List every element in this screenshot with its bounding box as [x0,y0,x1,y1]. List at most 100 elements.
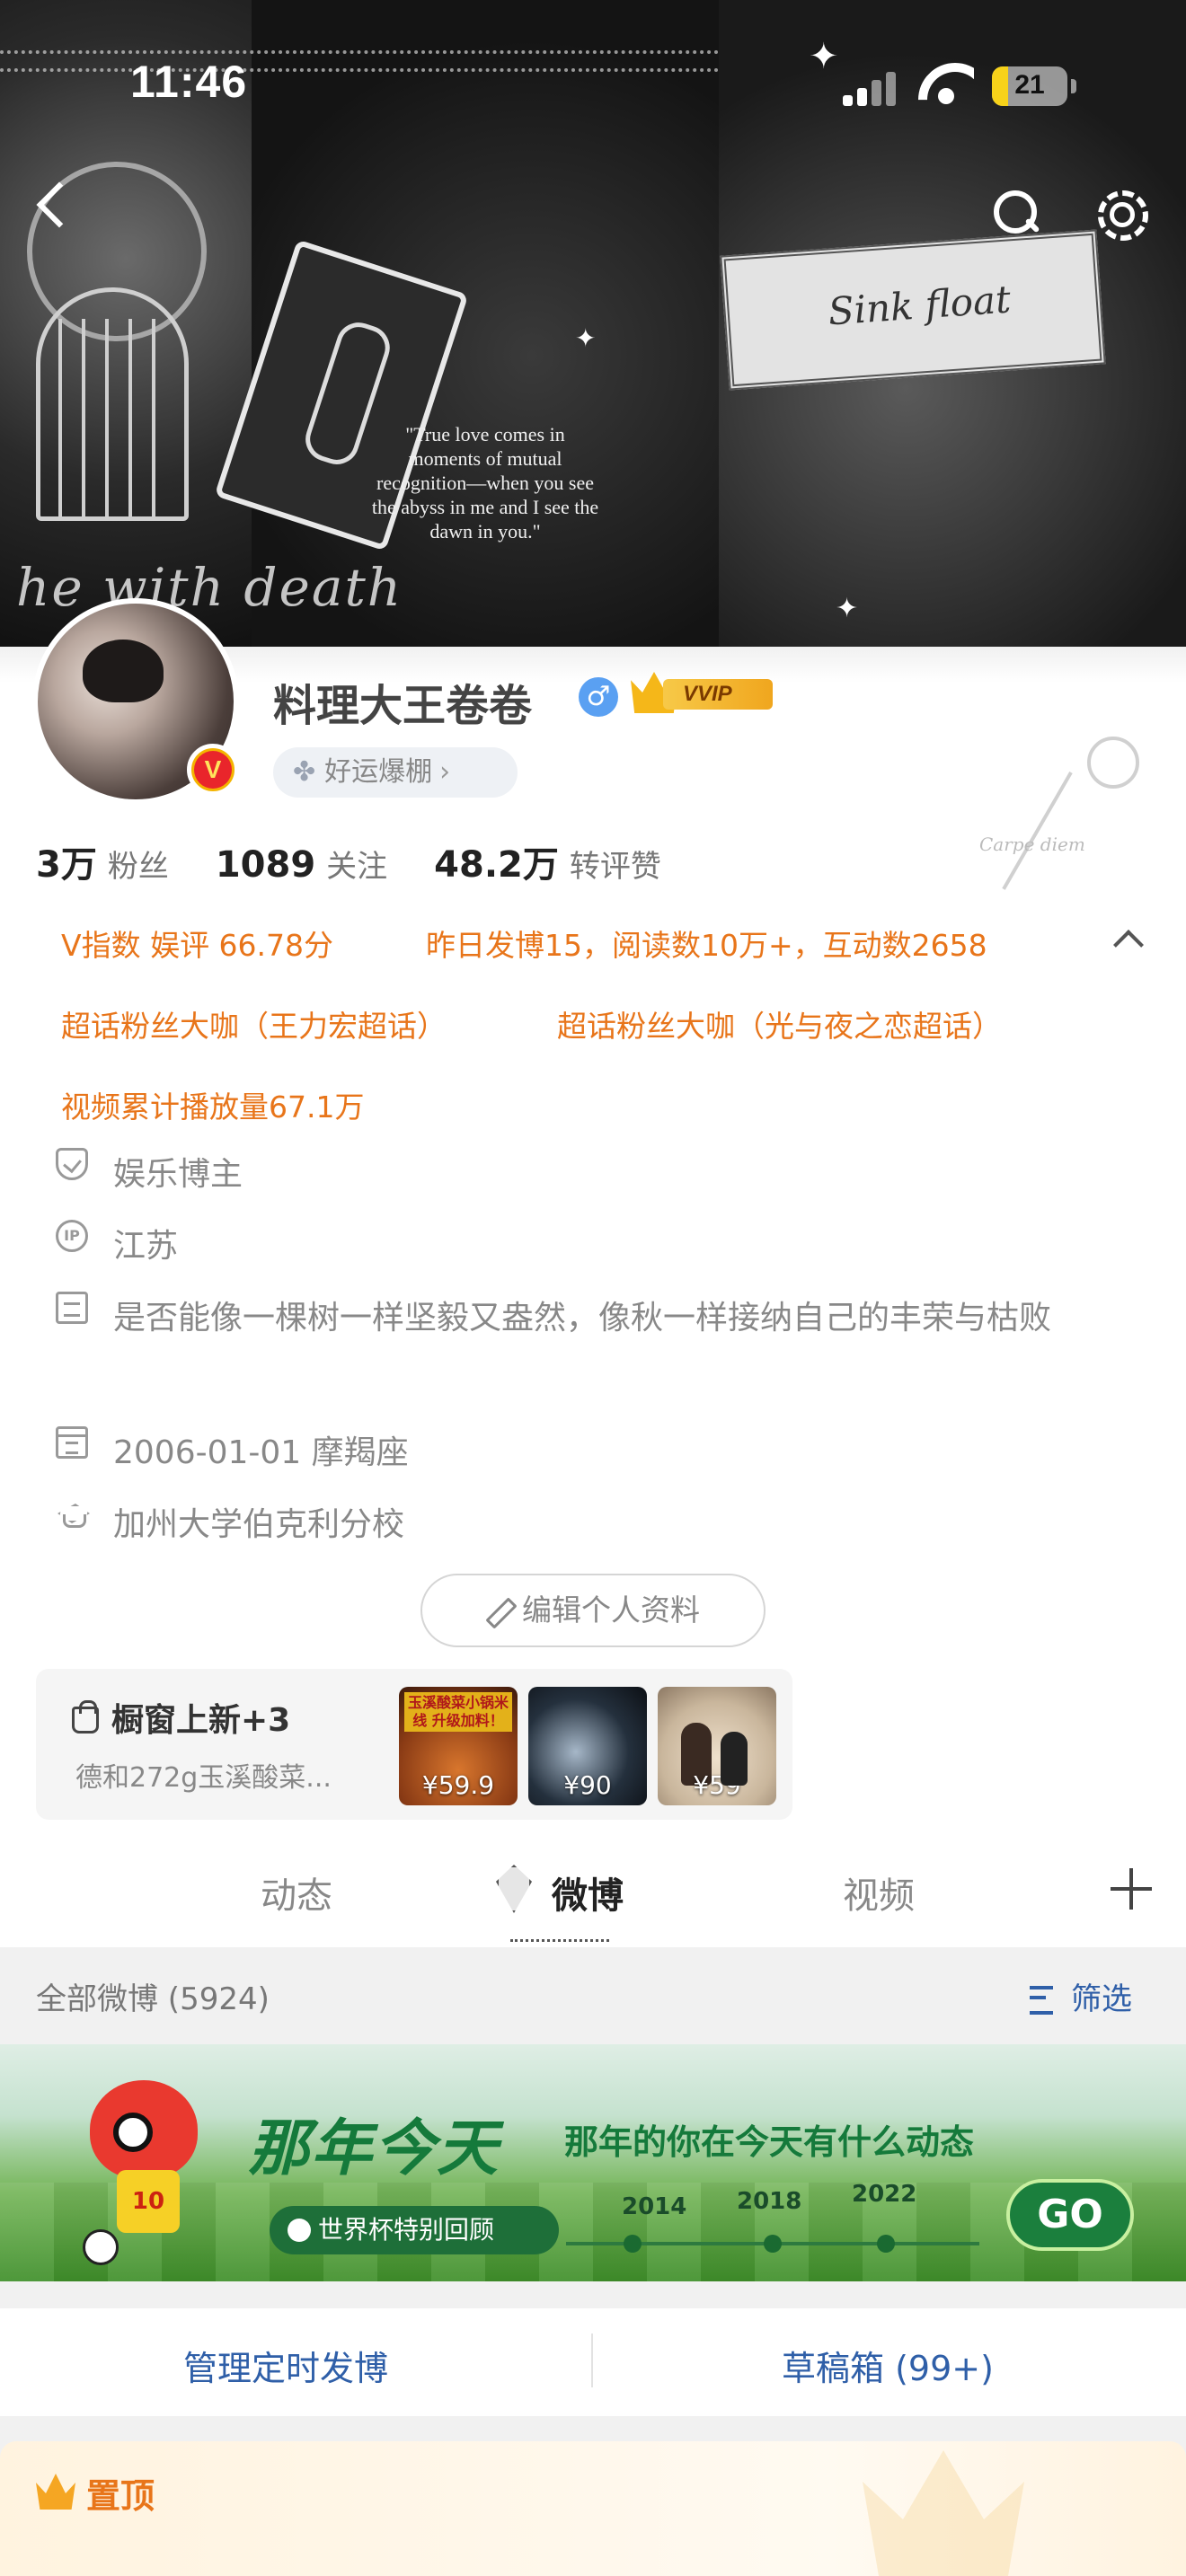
shop-item-banner: 玉溪酸菜小锅米线 升级加料！ [404,1692,512,1732]
gem-icon [496,1865,532,1913]
timeline-year: 2018 [737,2188,802,2215]
gender-male-icon: ♂ [579,677,618,717]
yesterday-stats-link[interactable]: 昨日发博15，阅读数10万+，互动数2658 [426,922,987,965]
edit-profile-label: 编辑个人资料 [522,1592,700,1628]
graduation-cap-icon [56,1498,88,1531]
cover-quote: "True love comes in moments of mutual re… [371,423,599,543]
world-cup-review-label: 世界杯特别回顾 [318,2215,495,2245]
settings-button[interactable] [1093,185,1148,241]
wifi-icon [918,63,974,106]
shop-item-thumbnail[interactable]: ¥59 [658,1687,776,1805]
info-bio: 是否能像一棵树一样坚毅又盎然，像秋一样接纳自己的丰荣与枯败 [56,1288,1116,1349]
info-school: 加州大学伯克利分校 [56,1495,404,1556]
birthday-text: 2006-01-01 摩羯座 [113,1434,409,1471]
status-time: 11:46 [130,57,248,107]
info-birthday: 2006-01-01 摩羯座 [56,1423,409,1484]
timeline-dot [764,2235,782,2253]
soccer-ball-icon [83,2229,119,2265]
go-button[interactable]: GO [1006,2179,1134,2251]
scheduled-posts-button[interactable]: 管理定时发博 [183,2341,388,2390]
bio-text: 是否能像一棵树一样坚毅又盎然，像秋一样接纳自己的丰荣与枯败 [113,1300,1052,1337]
interactions-stat[interactable]: 48.2万 转评赞 [434,835,661,887]
following-count: 1089 [215,844,316,886]
following-stat[interactable]: 1089 关注 [216,842,387,886]
shop-subtitle: 德和272g玉溪酸菜... [75,1762,332,1794]
key-script-decoration: Carpe diem [979,834,1085,855]
banner-title: 那年今天 [248,2113,500,2184]
interactions-label: 转评赞 [569,849,661,885]
cover-script-text: he with death [16,557,403,618]
tab-video[interactable]: 视频 [843,1866,915,1919]
cover-chain-decoration [0,50,719,72]
shop-item-price: ¥90 [563,1770,612,1800]
sparkle-icon: ✦ [809,36,839,77]
filter-label: 筛选 [1071,1981,1132,2017]
back-button[interactable] [25,176,83,234]
super-fan-badge-1[interactable]: 超话粉丝大咖（王力宏超话） [61,1002,447,1045]
sparkle-icon: ✦ [836,593,859,624]
timeline-year: 2014 [622,2193,687,2220]
world-cup-review-pill: 世界杯特别回顾 [270,2206,559,2254]
filter-button[interactable]: 筛选 [1030,1974,1132,2018]
shop-title-text: 橱窗上新+3 [111,1702,291,1739]
shop-window-card[interactable]: 橱窗上新+3 德和272g玉溪酸菜... 玉溪酸菜小锅米线 升级加料！ ¥59.… [36,1669,792,1820]
timeline-dot [877,2235,895,2253]
clover-icon: ✤ [293,756,316,788]
battery-tip [1071,79,1076,93]
shop-item-thumbnail[interactable]: 玉溪酸菜小锅米线 升级加料！ ¥59.9 [399,1687,518,1805]
following-label: 关注 [326,849,388,885]
v-index-link[interactable]: V指数 娱评 66.78分 [61,922,333,965]
shield-icon [56,1148,88,1180]
ip-icon: IP [56,1220,88,1252]
banner-subtitle: 那年的你在今天有什么动态 [564,2122,975,2162]
ip-location-text: 江苏 [113,1228,179,1265]
shop-item-price: ¥59 [693,1770,741,1800]
all-posts-count: 全部微博 (5924) [36,1981,270,2017]
battery-icon: 21 [992,66,1067,106]
verified-badge-icon: V [187,744,239,796]
info-category: 娱乐博主 [56,1144,243,1205]
key-decoration [1033,737,1150,916]
tab-dynamic[interactable]: 动态 [261,1866,332,1919]
on-this-day-banner[interactable]: 10 那年今天 那年的你在今天有什么动态 世界杯特别回顾 2014 2018 2… [0,2044,1186,2281]
shopping-bag-icon [72,1700,99,1734]
mascot-jersey-number: 10 [117,2170,180,2233]
timeline-dot [624,2235,642,2253]
followers-count: 3万 [36,844,97,886]
sparkle-icon: ✦ [575,323,597,353]
followers-stat[interactable]: 3万 粉丝 [36,835,169,887]
info-ip-location: IP 江苏 [56,1216,178,1277]
school-text: 加州大学伯克利分校 [113,1506,405,1543]
search-button[interactable] [988,185,1042,239]
profile-tabs: 动态 微博 视频 [0,1850,1186,1949]
post-management-bar: 管理定时发博 草稿箱 (99+) [0,2308,1186,2416]
divider [591,2333,593,2387]
document-icon [56,1292,88,1324]
cellular-signal-icon [843,70,898,106]
edit-profile-button[interactable]: 编辑个人资料 [420,1574,766,1647]
profile-stats: 3万 粉丝 1089 关注 48.2万 转评赞 [36,835,708,887]
followers-label: 粉丝 [107,849,169,885]
shop-item-thumbnail[interactable]: ¥90 [528,1687,647,1805]
drafts-button[interactable]: 草稿箱 (99+) [782,2341,994,2390]
video-plays-link[interactable]: 视频累计播放量67.1万 [61,1083,364,1126]
calendar-icon [56,1426,88,1459]
cover-birdcage-decoration [36,287,189,521]
luck-label: 好运爆棚 [324,756,433,788]
year-timeline [566,2224,979,2260]
username: 料理大王卷卷 [273,681,533,731]
interactions-count: 48.2万 [434,844,559,886]
tab-weibo[interactable]: 微博 [552,1866,624,1919]
shop-title: 橱窗上新+3 [72,1694,290,1741]
super-fan-badge-2[interactable]: 超话粉丝大咖（光与夜之恋超话） [557,1002,1002,1045]
filter-icon [1030,1984,1064,2015]
soccer-ball-icon [288,2219,311,2242]
shop-item-price: ¥59.9 [421,1770,495,1800]
collapse-chevron-up-icon[interactable] [1114,925,1141,952]
pencil-icon [486,1599,509,1622]
category-text: 娱乐博主 [113,1156,243,1193]
add-tab-plus-icon[interactable] [1111,1868,1152,1910]
luck-status-pill[interactable]: ✤ 好运爆棚 › [273,747,518,798]
vip-badge[interactable]: VVIP [631,672,774,713]
battery-level: 21 [1014,70,1045,100]
